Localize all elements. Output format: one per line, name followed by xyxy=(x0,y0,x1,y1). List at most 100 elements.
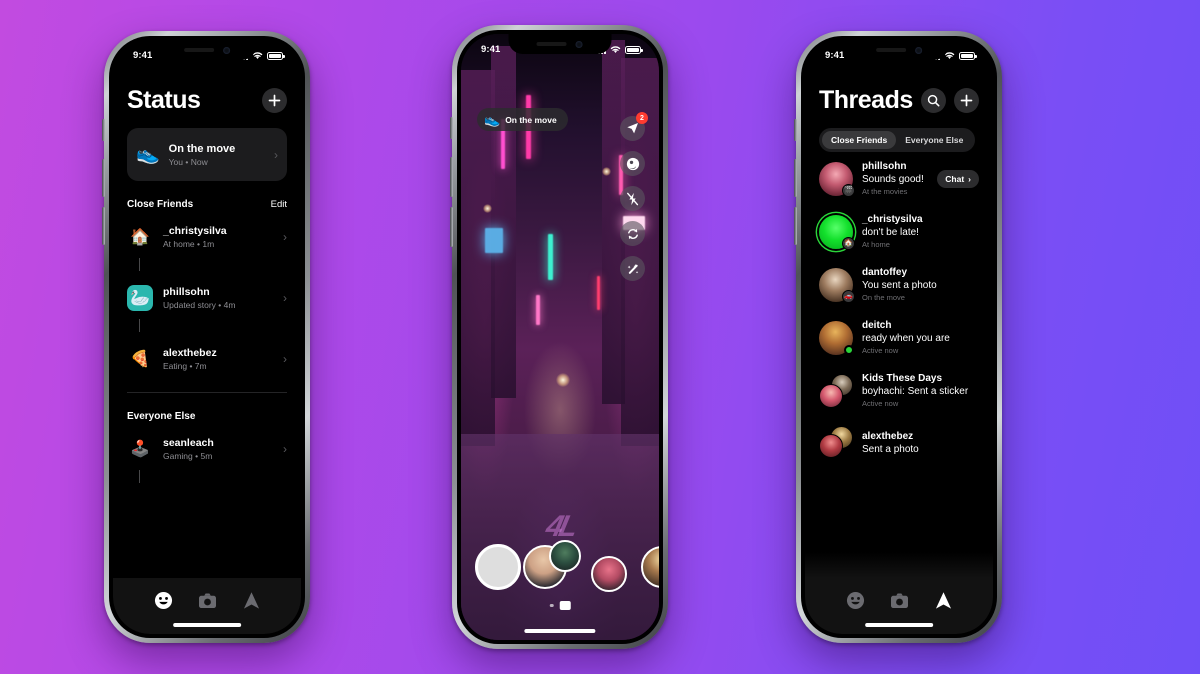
home-indicator xyxy=(524,629,596,633)
timeline-connector xyxy=(139,258,140,271)
current-status-pill[interactable]: 👟 On the move xyxy=(477,108,568,131)
chevron-right-icon: › xyxy=(283,352,287,366)
status-bar-time: 9:41 xyxy=(825,50,845,61)
camera-mode-icon[interactable] xyxy=(559,601,571,610)
search-button[interactable] xyxy=(921,88,946,113)
section-title: Everyone Else xyxy=(127,411,196,422)
home-indicator xyxy=(865,623,933,627)
battery-icon xyxy=(267,51,285,60)
thread-message: Sounds good! xyxy=(862,173,924,185)
notch xyxy=(158,40,256,60)
tab-status[interactable] xyxy=(152,590,174,610)
sneaker-icon: 👟 xyxy=(484,112,501,127)
my-status-card[interactable]: 👟 On the move You • Now › xyxy=(127,128,287,181)
sneaker-icon: 👟 xyxy=(136,144,160,165)
thread-name: alexthebez xyxy=(862,431,914,443)
night-mode-button[interactable] xyxy=(620,151,645,176)
tab-status[interactable] xyxy=(844,590,866,610)
page-dot[interactable] xyxy=(549,603,554,608)
list-item[interactable]: 🦢 phillsohn Updated story • 4m › xyxy=(127,277,287,319)
mode-indicator xyxy=(549,601,571,610)
section-header-everyone-else: Everyone Else xyxy=(127,411,287,422)
tab-camera[interactable] xyxy=(196,590,218,610)
send-icon xyxy=(243,591,259,609)
avatar[interactable] xyxy=(591,556,627,592)
flip-camera-button[interactable] xyxy=(620,221,645,246)
battery-icon xyxy=(959,51,977,60)
chevron-right-icon: › xyxy=(968,173,971,184)
online-indicator xyxy=(844,344,854,355)
story-thumbnail-icon: 🦢 xyxy=(127,285,153,311)
tab-camera[interactable] xyxy=(888,590,910,610)
section-header-close-friends: Close Friends Edit xyxy=(127,199,287,210)
shutter-button[interactable] xyxy=(475,544,521,590)
camera-icon xyxy=(198,593,216,608)
send-icon xyxy=(935,591,951,609)
thread-row[interactable]: 🏠 _christysilva don't be late! At home xyxy=(819,205,979,258)
edit-button[interactable]: Edit xyxy=(271,199,287,210)
earpiece-speaker xyxy=(536,42,567,46)
avatar: 🚗 xyxy=(819,267,855,303)
status-badge: 🚗 xyxy=(842,289,855,303)
list-item[interactable]: 🍕 alexthebez Eating • 7m › xyxy=(127,338,287,380)
timeline-connector xyxy=(139,319,140,332)
thread-row[interactable]: alexthebez Sent a photo xyxy=(819,417,979,469)
friend-name: phillsohn xyxy=(163,286,210,298)
page-title: Status xyxy=(127,86,201,114)
chat-button[interactable]: Chat › xyxy=(937,169,979,188)
avatar[interactable] xyxy=(549,540,581,572)
home-indicator xyxy=(173,623,241,627)
thread-row[interactable]: 🚗 dantoffey You sent a photo On the move xyxy=(819,258,979,311)
list-item[interactable]: 🏠 _christysilva At home • 1m › xyxy=(127,216,287,258)
effects-icon xyxy=(627,263,638,274)
phone-camera: 9:41 👟 On the move 2 4L xyxy=(450,25,668,649)
chat-button-label: Chat xyxy=(945,173,965,184)
status-pill-label: On the move xyxy=(505,114,557,125)
section-title: Close Friends xyxy=(127,199,194,210)
smiley-icon xyxy=(846,591,864,609)
chevron-right-icon: › xyxy=(283,291,287,305)
search-icon xyxy=(927,94,940,107)
front-camera-icon xyxy=(575,40,583,48)
page-title: Threads xyxy=(819,86,913,114)
flash-off-icon xyxy=(627,192,639,205)
avatar[interactable] xyxy=(641,546,659,588)
tab-close-friends[interactable]: Close Friends xyxy=(822,131,897,149)
compose-thread-button[interactable] xyxy=(954,88,979,113)
list-item[interactable]: 🕹️ seanleach Gaming • 5m › xyxy=(127,428,287,470)
thread-name: _christysilva xyxy=(862,214,923,225)
notch xyxy=(850,40,948,60)
thread-status: Active now xyxy=(862,399,899,408)
compose-status-button[interactable] xyxy=(262,88,287,113)
thread-message: Sent a photo xyxy=(862,443,919,455)
thread-name: deitch xyxy=(862,320,892,331)
plus-icon xyxy=(960,94,973,107)
list-fade-overlay xyxy=(805,552,993,578)
camera-controls: 2 xyxy=(620,112,648,281)
my-status-title: On the move xyxy=(168,142,236,155)
front-camera-icon xyxy=(223,46,230,54)
tab-everyone-else[interactable]: Everyone Else xyxy=(896,131,972,149)
status-badge: 🎬 xyxy=(842,183,855,197)
friend-status: Eating • 7m xyxy=(163,361,207,371)
tab-threads[interactable] xyxy=(240,590,262,610)
thread-name: phillsohn xyxy=(862,161,907,172)
thread-message: You sent a photo xyxy=(862,279,937,291)
thread-row[interactable]: deitch ready when you are Active now xyxy=(819,311,979,364)
status-badge: 🏠 xyxy=(842,236,855,250)
thread-message: don't be late! xyxy=(862,226,919,238)
friend-status: Updated story • 4m xyxy=(163,300,236,310)
effects-button[interactable] xyxy=(620,256,645,281)
flash-off-button[interactable] xyxy=(620,186,645,211)
group-avatar xyxy=(819,373,853,408)
earpiece-speaker xyxy=(876,48,906,52)
thread-message: boyhachi: Sent a sticker xyxy=(862,385,969,397)
send-button[interactable]: 2 xyxy=(620,112,648,141)
tab-threads[interactable] xyxy=(932,590,954,610)
thread-row[interactable]: Kids These Days boyhachi: Sent a sticker… xyxy=(819,364,979,417)
thread-row[interactable]: 🎬 phillsohn Sounds good! At the movies C… xyxy=(819,152,979,205)
send-badge: 2 xyxy=(636,112,648,124)
thread-status: At the movies xyxy=(862,187,908,196)
thread-status: Active now xyxy=(862,346,899,355)
send-icon xyxy=(627,123,638,134)
